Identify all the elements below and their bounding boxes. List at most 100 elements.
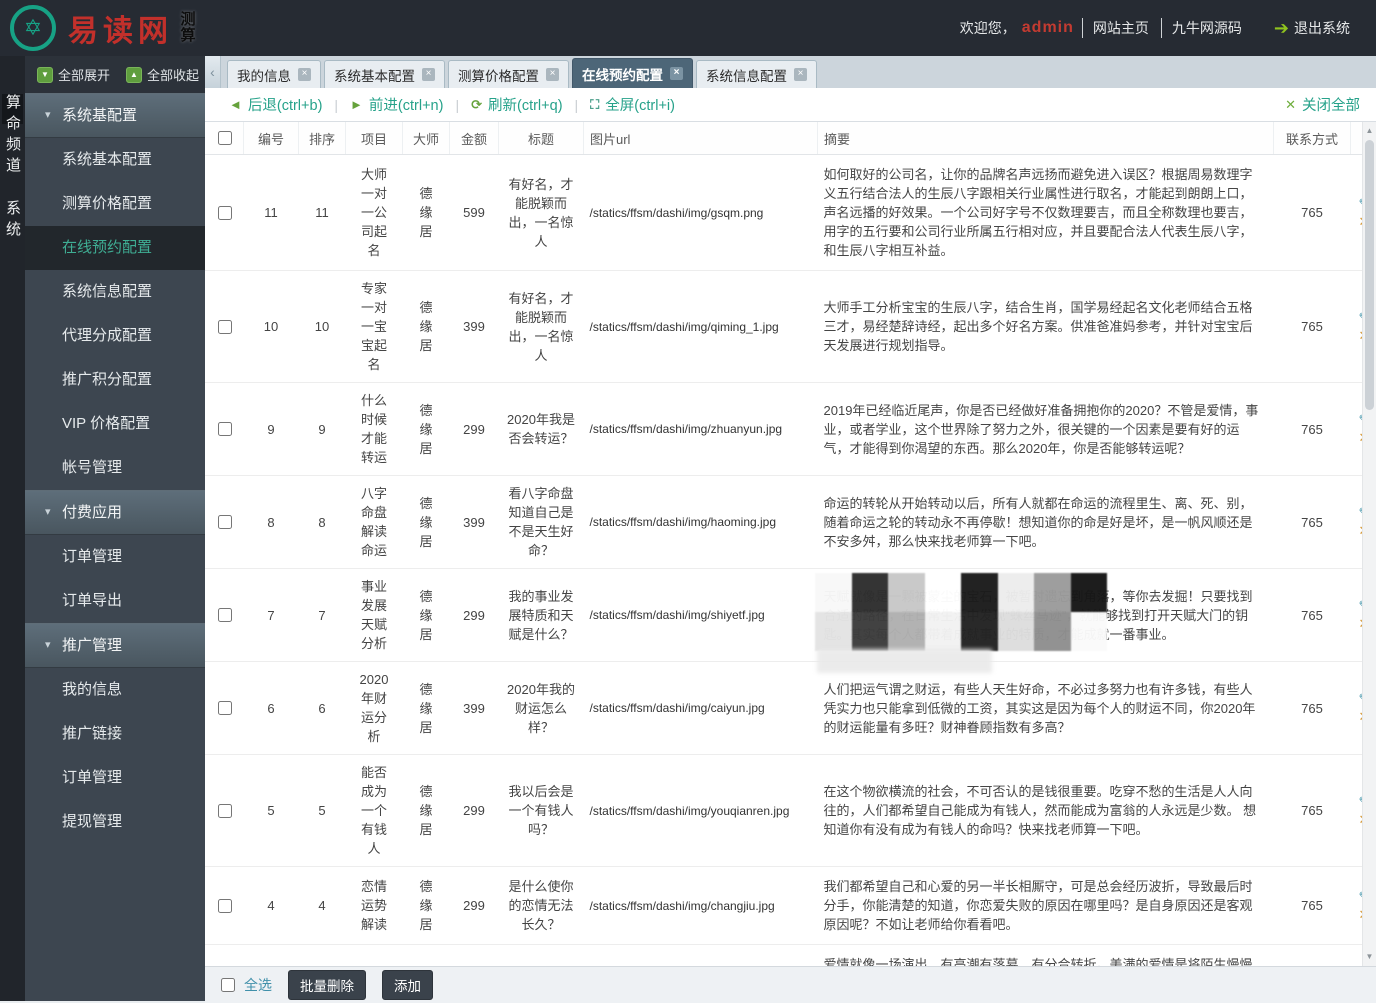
tab-close-icon[interactable]: × [794, 68, 807, 81]
sidebar-item[interactable]: 提现管理 [25, 800, 205, 844]
cell-id: 11 [244, 155, 299, 271]
batch-delete-button[interactable]: 批量删除 [288, 970, 366, 1000]
sidebar-item[interactable]: 帐号管理 [25, 446, 205, 490]
fullscreen-button[interactable]: ⛶ 全屏(ctrl+i) [578, 94, 687, 115]
tab-close-icon[interactable]: × [546, 68, 559, 81]
sidebar-item[interactable]: 代理分成配置 [25, 314, 205, 358]
tab[interactable]: 系统信息配置 × [696, 60, 817, 88]
records-table: 编号 排序 项目 大师 金额 标题 图片url 摘要 联系方式 管理 11 11… [205, 122, 1376, 966]
close-all-tabs-button[interactable]: ✕ 关闭全部 [1285, 94, 1376, 115]
cell-id: 3 [244, 945, 299, 967]
row-checkbox[interactable] [218, 422, 232, 436]
cell-sort: 9 [299, 383, 346, 476]
sidebar-item[interactable]: 推广链接 [25, 712, 205, 756]
cell-sort: 6 [299, 662, 346, 755]
row-checkbox[interactable] [218, 206, 232, 220]
cell-title: 看八字命盘知道自己是不是天生好命？ [499, 476, 584, 569]
cell-project: 大师一对一公司起名 [346, 155, 403, 271]
cell-image-url: /statics/ffsm/dashi/img/zhuanyun.jpg [584, 383, 818, 476]
cell-summary: 爱情就像一场演出，有高潮有落幕，有分合转折。美满的爱情是将陌生慢慢转变为信任，由… [818, 945, 1274, 967]
tab-close-icon[interactable]: × [422, 68, 435, 81]
sidebar-group-header[interactable]: ▾ 付费应用 [25, 490, 205, 535]
add-button[interactable]: 添加 [382, 970, 433, 1000]
cell-id: 4 [244, 867, 299, 945]
header-checkbox[interactable] [218, 131, 232, 145]
tab-scroll-left[interactable]: ‹ [205, 56, 221, 88]
sidebar-item[interactable]: 订单管理 [25, 535, 205, 579]
row-checkbox[interactable] [218, 701, 232, 715]
forward-button[interactable]: ► 前进(ctrl+n) [338, 94, 455, 115]
col-title: 标题 [499, 122, 584, 155]
tab[interactable]: 系统基本配置 × [324, 60, 445, 88]
cell-amount: 299 [450, 569, 499, 662]
cell-contact: 765 [1274, 155, 1351, 271]
channel-label[interactable]: 系统 [2, 200, 23, 242]
sidebar-group-header[interactable]: ▾ 推广管理 [25, 623, 205, 668]
sidebar-item[interactable]: 订单管理 [25, 756, 205, 800]
cell-image-url: /statics/ffsm/dashi/img/youqianren.jpg [584, 755, 818, 867]
cell-id: 10 [244, 271, 299, 383]
cell-title: 我的事业发展特质和天赋是什么？ [499, 569, 584, 662]
cell-master: 德缘居 [403, 569, 450, 662]
back-button[interactable]: ◄ 后退(ctrl+b) [217, 94, 334, 115]
cell-master: 德缘居 [403, 476, 450, 569]
col-contact: 联系方式 [1274, 122, 1351, 155]
cell-contact: 765 [1274, 271, 1351, 383]
tab[interactable]: 我的信息 × [227, 60, 321, 88]
select-all-control[interactable]: 全选 [217, 975, 272, 995]
expand-all-button[interactable]: ▼ 全部展开 [37, 65, 110, 84]
scrollbar-down-icon[interactable]: ▼ [1363, 950, 1376, 964]
expand-all-icon: ▼ [37, 67, 53, 83]
back-arrow-icon: ◄ [229, 97, 242, 112]
tab-label: 系统基本配置 [334, 65, 415, 85]
tab-label: 我的信息 [237, 65, 291, 85]
cell-sort: 5 [299, 755, 346, 867]
channel-label[interactable]: 算命频道 [2, 94, 23, 178]
source-link[interactable]: 九牛网源码 [1161, 18, 1252, 38]
tab-bar: ‹ 我的信息 × 系统基本配置 × 测算价格配置 × 在线预约配置 × 系统信息… [205, 56, 1376, 88]
table-row: 5 5 能否成为一个有钱人 德缘居 299 我以后会是一个有钱人吗？ /stat… [205, 755, 1376, 867]
row-checkbox[interactable] [218, 320, 232, 334]
tab-close-icon[interactable]: × [298, 68, 311, 81]
vertical-scrollbar[interactable]: ▲ ▼ [1362, 122, 1376, 966]
cell-amount: 399 [450, 476, 499, 569]
sidebar-item[interactable]: 系统基本配置 [25, 138, 205, 182]
sidebar-item[interactable]: 测算价格配置 [25, 182, 205, 226]
select-all-checkbox[interactable] [221, 978, 235, 992]
sidebar-item[interactable]: 在线预约配置 [25, 226, 205, 270]
row-checkbox[interactable] [218, 804, 232, 818]
sidebar-item[interactable]: 订单导出 [25, 579, 205, 623]
sidebar-item[interactable]: 我的信息 [25, 668, 205, 712]
row-checkbox[interactable] [218, 608, 232, 622]
cell-title: 2020年我是否会转运？ [499, 383, 584, 476]
row-checkbox[interactable] [218, 899, 232, 913]
tab-close-icon[interactable]: × [670, 67, 683, 80]
sidebar-item[interactable]: 系统信息配置 [25, 270, 205, 314]
welcome-text: 欢迎您， [960, 18, 1016, 38]
cell-master: 德缘居 [403, 662, 450, 755]
scrollbar-thumb[interactable] [1365, 140, 1374, 410]
cell-contact: 765 [1274, 476, 1351, 569]
sidebar-item[interactable]: 推广积分配置 [25, 358, 205, 402]
col-project: 项目 [346, 122, 403, 155]
cell-title: 2020年我的财运怎么样？ [499, 662, 584, 755]
scrollbar-up-icon[interactable]: ▲ [1363, 124, 1376, 138]
tab-label: 测算价格配置 [458, 65, 539, 85]
cell-contact: 765 [1274, 569, 1351, 662]
cell-project: 专家一对一宝宝起名 [346, 271, 403, 383]
sidebar-group-header[interactable]: ▾ 系统基配置 [25, 93, 205, 138]
close-all-icon: ✕ [1285, 97, 1296, 113]
cell-id: 5 [244, 755, 299, 867]
tab[interactable]: 测算价格配置 × [448, 60, 569, 88]
cell-image-url: /statics/ffsm/dashi/img/haoming.jpg [584, 476, 818, 569]
sidebar-item[interactable]: VIP 价格配置 [25, 402, 205, 446]
site-home-link[interactable]: 网站主页 [1082, 18, 1159, 38]
row-checkbox[interactable] [218, 515, 232, 529]
col-summary: 摘要 [818, 122, 1274, 155]
cell-project: 能否成为一个有钱人 [346, 755, 403, 867]
tab[interactable]: 在线预约配置 × [572, 58, 693, 88]
collapse-all-button[interactable]: ▲ 全部收起 [126, 65, 199, 84]
chevron-down-icon: ▾ [45, 624, 51, 667]
logout-button[interactable]: ➔ 退出系统 [1274, 18, 1350, 39]
refresh-button[interactable]: ⟳ 刷新(ctrl+q) [459, 94, 574, 115]
